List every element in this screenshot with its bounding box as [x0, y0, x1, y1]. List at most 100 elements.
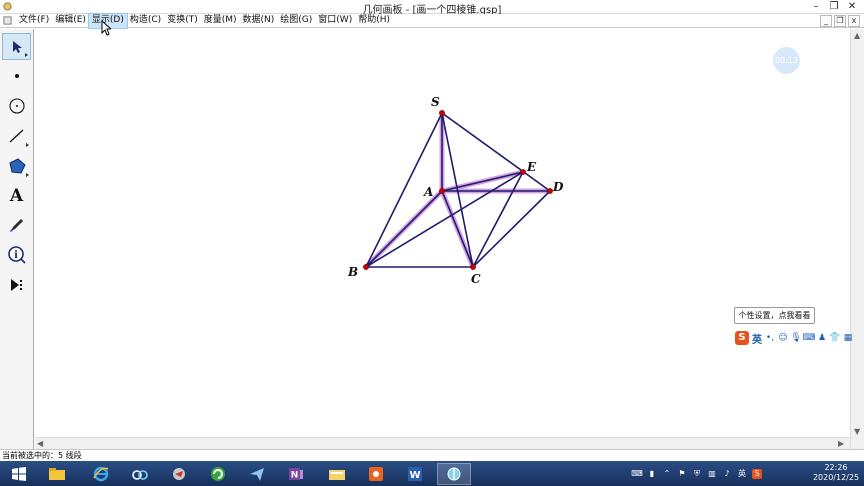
ime-tray-icon[interactable]: 英: [737, 469, 747, 479]
marker-tool[interactable]: [2, 211, 31, 238]
battery-tray-icon[interactable]: ▮: [647, 469, 657, 479]
segment-AB[interactable]: [365, 190, 443, 268]
menu-4[interactable]: 变换(T): [164, 14, 201, 28]
skin-icon[interactable]: 👕: [829, 333, 840, 343]
document-icon[interactable]: [3, 16, 12, 25]
label-C[interactable]: C: [471, 272, 481, 286]
clock-time: 22:26: [824, 463, 848, 472]
volume-tray-icon[interactable]: ♪: [722, 469, 732, 479]
app-a-button[interactable]: [162, 463, 196, 485]
scroll-left-arrow-icon[interactable]: ◀: [37, 439, 43, 448]
tray-chevron-icon[interactable]: ⌃: [662, 469, 672, 479]
geometry-figure[interactable]: S A E D B C: [35, 29, 849, 438]
toolbox-icon[interactable]: ▦: [843, 333, 853, 343]
windows-logo-icon: [12, 467, 26, 481]
scroll-down-arrow-icon[interactable]: ▼: [854, 427, 860, 436]
sketch-canvas[interactable]: S A E D B C: [35, 29, 849, 438]
menu-5[interactable]: 度量(M): [201, 14, 240, 28]
scroll-up-arrow-icon[interactable]: ▲: [854, 31, 860, 40]
clock-date: 2020/12/25: [812, 473, 860, 482]
onenote-icon: N: [289, 468, 303, 481]
label-D[interactable]: D: [552, 180, 564, 194]
maximize-button[interactable]: ❐: [826, 0, 842, 13]
menu-9[interactable]: 帮助(H): [355, 14, 393, 28]
folder-button[interactable]: [320, 463, 354, 485]
marker-icon: [9, 218, 23, 232]
baidu-netdisk-button[interactable]: [123, 463, 157, 485]
menu-0[interactable]: 文件(F): [16, 14, 52, 28]
minimize-button[interactable]: –: [808, 0, 824, 13]
sogou-logo-icon[interactable]: S: [735, 331, 749, 345]
onenote-button[interactable]: N: [279, 463, 313, 485]
horizontal-scrollbar[interactable]: ◀ ▶: [35, 437, 850, 449]
start-button[interactable]: [2, 463, 36, 485]
folder-open-icon: [329, 470, 345, 480]
label-B[interactable]: B: [347, 265, 358, 279]
label-A[interactable]: A: [423, 185, 433, 199]
paper-plane-icon: [250, 468, 264, 481]
doc-minimize-button[interactable]: _: [820, 15, 832, 27]
custom-tool[interactable]: [2, 271, 31, 298]
menu-7[interactable]: 绘图(G): [277, 14, 315, 28]
point-E[interactable]: [520, 169, 526, 175]
point-B[interactable]: [363, 264, 369, 270]
bird-icon: [173, 468, 185, 480]
svg-text:i: i: [14, 250, 18, 261]
scroll-right-arrow-icon[interactable]: ▶: [838, 439, 844, 448]
close-button[interactable]: ✕: [844, 0, 860, 13]
compass-tool[interactable]: [2, 92, 31, 119]
recorder-button[interactable]: [359, 463, 393, 485]
point-icon: [14, 73, 19, 78]
taskbar-clock[interactable]: 22:26 2020/12/25: [812, 463, 860, 483]
file-explorer-button[interactable]: [40, 463, 74, 485]
shield-tray-icon[interactable]: ⛨: [692, 469, 702, 479]
menu-8[interactable]: 窗口(W): [315, 14, 355, 28]
internet-explorer-button[interactable]: [84, 463, 118, 485]
recorder-icon: [369, 467, 383, 481]
menu-bar: 文件(F) 编辑(E) 显示(D) 构造(C) 变换(T) 度量(M) 数据(N) 绘图(G)…: [0, 13, 864, 29]
point-A[interactable]: [439, 188, 445, 194]
voice-icon[interactable]: 🎙: [790, 333, 801, 343]
svg-text:N: N: [291, 471, 299, 481]
360-browser-button[interactable]: [201, 463, 235, 485]
segment-AC[interactable]: [441, 190, 474, 268]
polygon-icon: [8, 157, 26, 174]
ime-tooltip[interactable]: 个性设置，点我看看: [734, 307, 815, 324]
straightedge-icon: [9, 129, 23, 142]
user-icon[interactable]: ♟: [817, 333, 827, 343]
ime-language-toggle[interactable]: 英: [752, 331, 762, 346]
word-button[interactable]: W: [398, 463, 432, 485]
keyboard-tray-icon[interactable]: ⌨: [631, 469, 643, 479]
sogou-tray-icon[interactable]: S: [752, 468, 762, 479]
point-D[interactable]: [547, 188, 553, 194]
point-tool[interactable]: [2, 62, 31, 89]
keyboard-icon[interactable]: ⌨: [803, 333, 816, 343]
folder-icon: [49, 468, 65, 480]
menu-6[interactable]: 数据(N): [240, 14, 278, 28]
emoji-icon[interactable]: ☺: [778, 333, 788, 343]
information-tool[interactable]: i: [2, 241, 31, 268]
segment-CD[interactable]: [472, 190, 551, 268]
floating-timer-badge[interactable]: 00:13: [773, 47, 800, 74]
vertical-scrollbar[interactable]: ▲ ▼: [850, 29, 864, 449]
cloud-icon: [132, 470, 148, 480]
geometer-sketchpad-button[interactable]: [437, 463, 471, 485]
feishu-button[interactable]: [240, 463, 274, 485]
label-S[interactable]: S: [431, 95, 440, 109]
point-S[interactable]: [439, 110, 445, 116]
doc-close-button[interactable]: x: [848, 15, 860, 27]
straightedge-tool[interactable]: [2, 122, 31, 149]
menu-1[interactable]: 编辑(E): [52, 14, 89, 28]
arrow-tool[interactable]: [2, 33, 31, 60]
toolbox: A i: [0, 29, 34, 449]
doc-restore-button[interactable]: ❐: [834, 15, 846, 27]
point-C[interactable]: [470, 264, 476, 270]
text-tool[interactable]: A: [2, 182, 31, 209]
punctuation-icon[interactable]: •,: [765, 333, 775, 343]
word-icon: W: [408, 467, 422, 481]
polygon-tool[interactable]: [2, 152, 31, 179]
menu-3[interactable]: 构造(C): [127, 14, 164, 28]
flag-tray-icon[interactable]: ⚑: [677, 469, 687, 479]
network-tray-icon[interactable]: ▥: [707, 469, 717, 479]
label-E[interactable]: E: [526, 160, 537, 174]
